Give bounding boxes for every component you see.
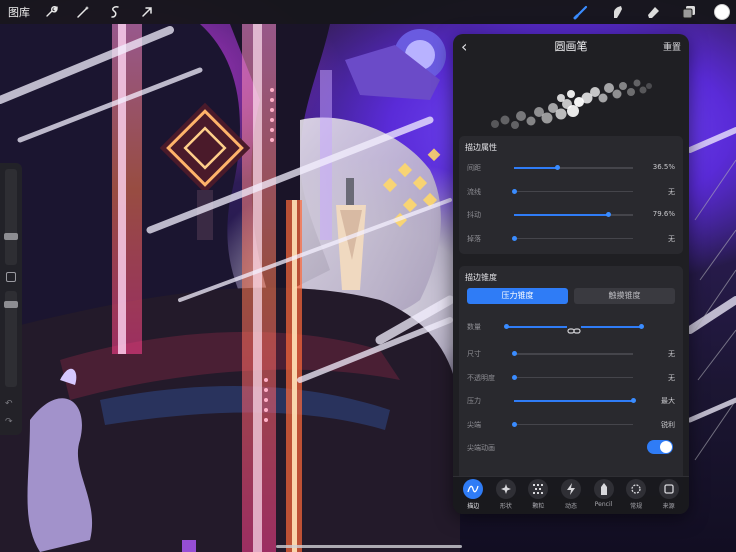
general-icon	[626, 479, 647, 499]
tab-shape[interactable]: 形状	[492, 479, 520, 514]
spacing-knob[interactable]	[554, 165, 560, 170]
falloff-row[interactable]: 掉落 无	[459, 227, 683, 251]
streamline-value: 无	[668, 187, 675, 196]
stroke-properties-section: 描边属性 间距 36.5% 流线 无 抖动 79.6% 掉落 无	[459, 136, 683, 254]
taper-segmented-control: 压力锥度 触摸锥度	[467, 288, 675, 304]
tab-pencil[interactable]: Pencil	[590, 479, 618, 514]
taper-pressure-value: 最大	[661, 397, 675, 405]
pressure-taper-tab[interactable]: 压力锥度	[467, 288, 568, 304]
tab-source[interactable]: 来源	[655, 479, 683, 514]
taper-tip-knob[interactable]	[511, 421, 517, 427]
streamline-row[interactable]: 流线 无	[459, 180, 683, 204]
layers-icon[interactable]	[678, 1, 700, 23]
taper-tip-slider[interactable]	[511, 421, 633, 427]
spacing-row[interactable]: 间距 36.5%	[459, 156, 683, 180]
falloff-slider[interactable]	[511, 235, 633, 241]
spacing-value: 36.5%	[652, 163, 675, 171]
taper-opacity-label: 不透明度	[467, 373, 495, 382]
jitter-knob[interactable]	[606, 212, 612, 217]
magic-wand-icon[interactable]	[72, 1, 94, 23]
taper-start-knob[interactable]	[503, 324, 509, 329]
taper-tip-row[interactable]: 尖端 锐利	[459, 413, 683, 437]
taper-amount-label: 数量	[467, 323, 481, 331]
taper-size-row[interactable]: 尺寸 无	[459, 342, 683, 366]
brush-studio-tabs: 描边 形状 颗粒 动态 Pencil 常规 来源	[453, 476, 689, 514]
jitter-label: 抖动	[467, 211, 481, 219]
stroke-properties-title: 描边属性	[465, 143, 497, 152]
top-toolbar: 图库	[0, 0, 736, 24]
streamline-slider[interactable]	[511, 188, 633, 194]
opacity-thumb[interactable]	[4, 301, 18, 308]
eraser-icon[interactable]	[642, 1, 664, 23]
falloff-value: 无	[668, 234, 675, 243]
selection-icon[interactable]	[104, 1, 126, 23]
spacing-slider[interactable]	[514, 165, 633, 170]
streamline-knob[interactable]	[511, 188, 517, 194]
taper-amount-row[interactable]: 数量	[459, 312, 683, 342]
panel-header: ‹ 圆画笔 重置	[453, 34, 689, 56]
taper-pressure-row[interactable]: 压力 最大	[459, 389, 683, 413]
stroke-path-icon	[463, 479, 484, 499]
stroke-taper-section: 描边锥度 压力锥度 触摸锥度 数量 尺寸 无 不透明度 无 压力 最大 尖端 锐…	[459, 266, 683, 496]
undo-icon[interactable]: ↶	[5, 399, 13, 409]
stroke-preview-dots	[491, 79, 652, 129]
home-indicator	[276, 545, 462, 548]
toolbar-right-group	[570, 0, 736, 24]
taper-size-slider[interactable]	[511, 351, 633, 356]
taper-tip-value: 锐利	[661, 420, 675, 429]
tip-animation-toggle[interactable]	[647, 440, 673, 454]
brush-name-title: 圆画笔	[554, 40, 588, 53]
eyedropper-modify-button[interactable]	[6, 272, 16, 282]
stroke-taper-title: 描边锥度	[465, 273, 497, 282]
toggle-thumb	[660, 441, 672, 453]
spacing-label: 间距	[467, 164, 481, 172]
grain-icon	[528, 479, 549, 499]
streamline-label: 流线	[467, 187, 481, 196]
taper-end-knob[interactable]	[638, 324, 644, 329]
tab-general[interactable]: 常规	[622, 479, 650, 514]
tab-dynamics[interactable]: 动态	[557, 479, 585, 514]
touch-taper-tab[interactable]: 触摸锥度	[574, 288, 675, 304]
brush-size-slider[interactable]	[4, 169, 18, 265]
smudge-icon[interactable]	[606, 1, 628, 23]
reset-button[interactable]: 重置	[663, 40, 681, 53]
taper-tip-label: 尖端	[467, 420, 481, 429]
taper-pressure-label: 压力	[467, 397, 481, 405]
transform-arrow-icon[interactable]	[136, 1, 158, 23]
opacity-slider[interactable]	[4, 291, 18, 387]
brush-stroke-preview[interactable]	[453, 56, 689, 136]
taper-opacity-slider[interactable]	[511, 374, 633, 380]
source-icon	[658, 479, 679, 499]
taper-size-knob[interactable]	[511, 351, 517, 356]
tab-stroke[interactable]: 描边	[459, 479, 487, 514]
taper-opacity-row[interactable]: 不透明度 无	[459, 366, 683, 390]
taper-pressure-slider[interactable]	[514, 398, 636, 403]
jitter-slider[interactable]	[514, 212, 633, 217]
taper-pressure-knob[interactable]	[630, 398, 636, 403]
wrench-icon[interactable]	[40, 1, 62, 23]
tip-animation-label: 尖端动画	[467, 444, 495, 452]
link-icon[interactable]	[567, 321, 581, 334]
redo-icon[interactable]: ↷	[5, 417, 13, 427]
brush-studio-panel: ‹ 圆画笔 重置 描边属性 间距 36.5% 流线 无 抖动 79.6% 掉落 …	[453, 34, 689, 514]
taper-size-label: 尺寸	[467, 350, 481, 358]
shape-icon	[495, 479, 516, 499]
pencil-icon	[593, 479, 614, 499]
falloff-knob[interactable]	[511, 235, 517, 241]
taper-opacity-knob[interactable]	[511, 374, 517, 380]
tab-grain[interactable]: 颗粒	[524, 479, 552, 514]
left-sidebar: ↶ ↷	[0, 163, 22, 435]
brush-size-thumb[interactable]	[4, 233, 18, 240]
dynamics-icon	[560, 479, 581, 499]
jitter-value: 79.6%	[652, 210, 675, 218]
brush-icon[interactable]	[570, 1, 592, 23]
gallery-button[interactable]: 图库	[8, 4, 30, 20]
jitter-row[interactable]: 抖动 79.6%	[459, 203, 683, 227]
taper-opacity-value: 无	[668, 373, 675, 382]
color-picker-swatch[interactable]	[714, 4, 730, 20]
taper-size-value: 无	[668, 350, 675, 358]
falloff-label: 掉落	[467, 234, 481, 243]
tip-animation-row[interactable]: 尖端动画	[459, 436, 683, 460]
